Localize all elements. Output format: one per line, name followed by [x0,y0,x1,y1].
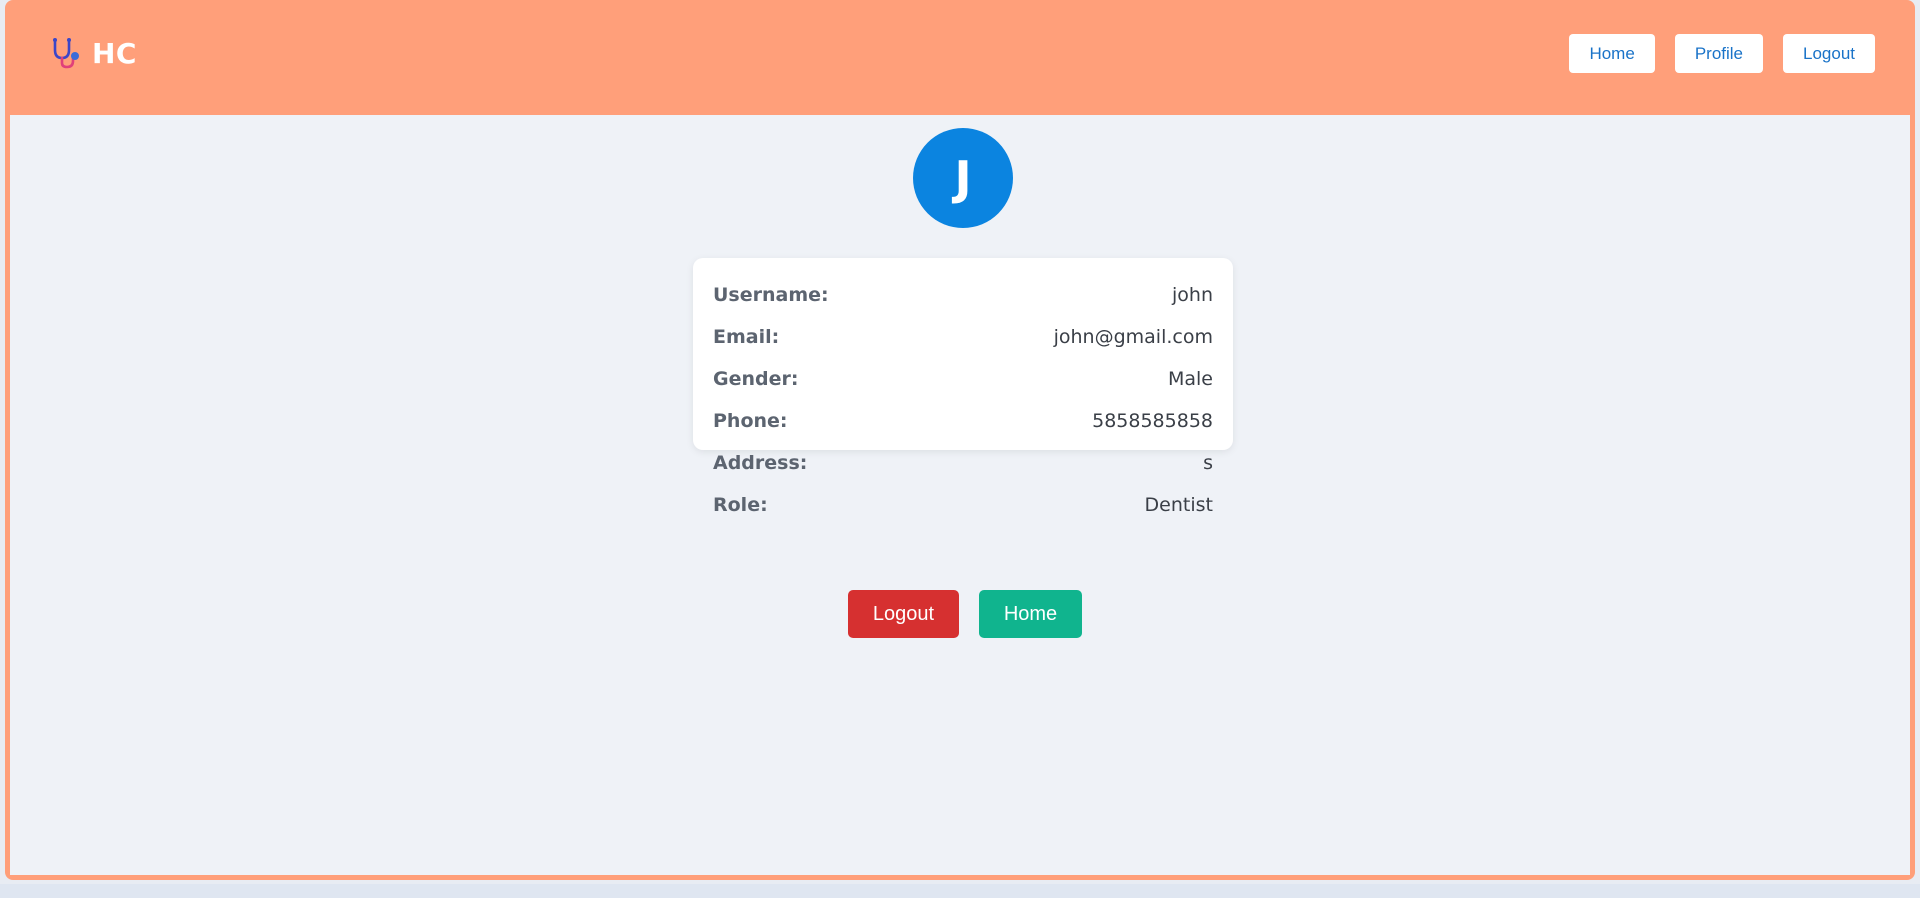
role-value: Dentist [1144,494,1213,516]
home-button[interactable]: Home [979,590,1082,638]
phone-label: Phone: [713,410,788,432]
gender-label: Gender: [713,368,799,390]
profile-row-phone: Phone: 5858585858 [713,400,1213,442]
profile-row-email: Email: john@gmail.com [713,316,1213,358]
logout-button[interactable]: Logout [848,590,959,638]
gender-value: Male [1167,368,1213,390]
stethoscope-icon [53,38,79,69]
address-label: Address: [713,452,808,474]
nav-home-button[interactable]: Home [1569,34,1655,73]
role-label: Role: [713,494,768,516]
app-window: HC Home Profile Logout J Username: john … [5,0,1915,880]
username-label: Username: [713,284,829,306]
avatar: J [913,128,1013,228]
nav-logout-button[interactable]: Logout [1783,34,1875,73]
profile-actions: Logout Home [848,590,1082,638]
profile-row-username: Username: john [713,274,1213,316]
username-value: john [1172,284,1213,306]
email-value: john@gmail.com [1053,326,1213,348]
nav-profile-button[interactable]: Profile [1674,34,1763,73]
taskbar [0,884,1920,898]
phone-value: 5858585858 [1092,410,1213,432]
address-value: s [1203,452,1213,474]
nav-links: Home Profile Logout [1569,34,1875,73]
profile-row-address: Address: s [713,442,1213,484]
brand[interactable]: HC [48,36,137,70]
profile-card: Username: john Email: john@gmail.com Gen… [693,258,1233,516]
profile-row-role: Role: Dentist [713,484,1213,526]
profile-page: J Username: john Email: john@gmail.com G… [10,115,1910,875]
profile-row-gender: Gender: Male [713,358,1213,400]
brand-name: HC [92,36,137,70]
navbar: HC Home Profile Logout [5,0,1915,115]
email-label: Email: [713,326,780,348]
